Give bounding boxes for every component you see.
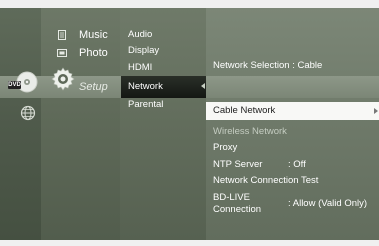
ntp-server-value: : Off: [288, 159, 306, 170]
submenu-arrow-icon: [201, 83, 205, 89]
globe-icon[interactable]: [19, 104, 37, 122]
submenu-item-audio[interactable]: Audio: [128, 29, 152, 40]
menu-item-music-label: Music: [79, 29, 108, 41]
dvd-badge: DVD: [8, 81, 21, 89]
bdlive-value: : Allow (Valid Only): [288, 198, 368, 209]
menu-item-setup-label[interactable]: Setup: [79, 81, 108, 93]
setup-submenu-column: [120, 8, 207, 240]
setup-screen: DVD Music Photo Setup Audio Display HDMI…: [0, 0, 379, 246]
network-selection-label: Network Selection: [213, 60, 290, 71]
bdlive-label-line1[interactable]: BD-LIVE: [213, 192, 250, 203]
wireless-network-item: Wireless Network: [213, 126, 287, 137]
menu-item-music[interactable]: Music: [57, 29, 108, 41]
bdlive-label-line2[interactable]: Connection: [213, 204, 261, 215]
submenu-item-network[interactable]: Network: [128, 81, 163, 92]
submenu-item-display[interactable]: Display: [128, 45, 159, 56]
photo-icon: [57, 48, 67, 58]
music-icon: [57, 30, 67, 40]
network-selection-value: : Cable: [292, 60, 323, 71]
proxy-item[interactable]: Proxy: [213, 142, 237, 153]
network-connection-test-item[interactable]: Network Connection Test: [213, 175, 318, 186]
submenu-item-hdmi[interactable]: HDMI: [128, 62, 152, 73]
main-menu-column: [41, 8, 121, 240]
menu-item-photo-label: Photo: [79, 47, 108, 59]
gear-icon[interactable]: [50, 66, 76, 92]
ntp-server-label[interactable]: NTP Server: [213, 159, 262, 170]
submenu-item-parental[interactable]: Parental: [128, 99, 163, 110]
network-selection-row[interactable]: Network Selection : Cable: [213, 60, 322, 71]
cable-network-item[interactable]: Cable Network: [213, 105, 275, 116]
source-icon-column: [0, 8, 42, 240]
chevron-right-icon: [374, 108, 378, 114]
menu-item-photo[interactable]: Photo: [57, 47, 108, 59]
